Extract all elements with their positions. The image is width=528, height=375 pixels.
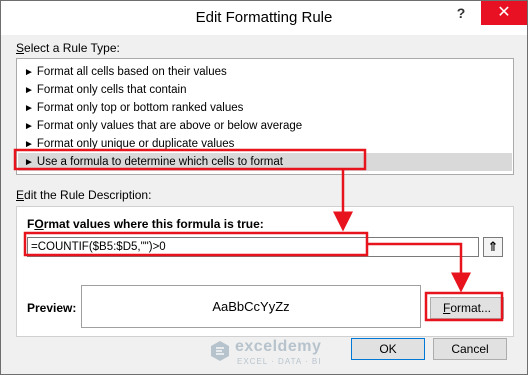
formula-input[interactable]: =COUNTIF($B5:$D5,"")>0 [27,237,479,257]
format-button[interactable]: Format... [430,297,504,319]
rule-description-panel: FOrmat values where this formula is true… [16,206,514,337]
arrow-icon: ► [24,121,34,132]
close-button[interactable]: ✕ [481,1,527,25]
formula-label: FOrmat values where this formula is true… [27,217,264,231]
title-bar: Edit Formatting Rule ? ✕ [1,1,527,35]
arrow-icon: ► [24,103,34,114]
range-select-icon: ⇑ [487,239,499,254]
arrow-icon: ► [24,157,34,168]
rule-type-item-formula[interactable]: ► Use a formula to determine which cells … [18,153,512,171]
rule-type-item[interactable]: ► Format only values that are above or be… [18,117,512,135]
rule-type-list[interactable]: ► Format all cells based on their values … [16,58,514,175]
edit-formatting-rule-dialog: Edit Formatting Rule ? ✕ Select a Rule T… [0,0,528,375]
arrow-icon: ► [24,139,34,150]
help-button[interactable]: ? [441,1,481,25]
cancel-button[interactable]: Cancel [433,338,507,360]
rule-description-label: Edit the Rule Description: [16,188,152,202]
arrow-icon: ► [24,85,34,96]
preview-label: Preview: [27,301,77,315]
rule-type-item[interactable]: ► Format only cells that contain [18,81,512,99]
rule-type-item[interactable]: ► Format all cells based on their values [18,63,512,81]
watermark-name: exceldemy [235,338,322,355]
collapse-dialog-button[interactable]: ⇑ [483,237,503,257]
rule-type-label: Select a Rule Type: [16,41,120,55]
exceldemy-logo-icon [211,341,229,361]
rule-type-item[interactable]: ► Format only top or bottom ranked values [18,99,512,117]
exceldemy-watermark: exceldemy EXCEL · DATA · BI [209,336,349,370]
ok-button[interactable]: OK [351,338,425,360]
rule-description-content: FOrmat values where this formula is true… [17,207,513,336]
preview-box: AaBbCcYyZz [81,285,421,328]
arrow-icon: ► [24,67,34,78]
rule-type-item[interactable]: ► Format only unique or duplicate values [18,135,512,153]
watermark-tagline: EXCEL · DATA · BI [237,357,322,366]
